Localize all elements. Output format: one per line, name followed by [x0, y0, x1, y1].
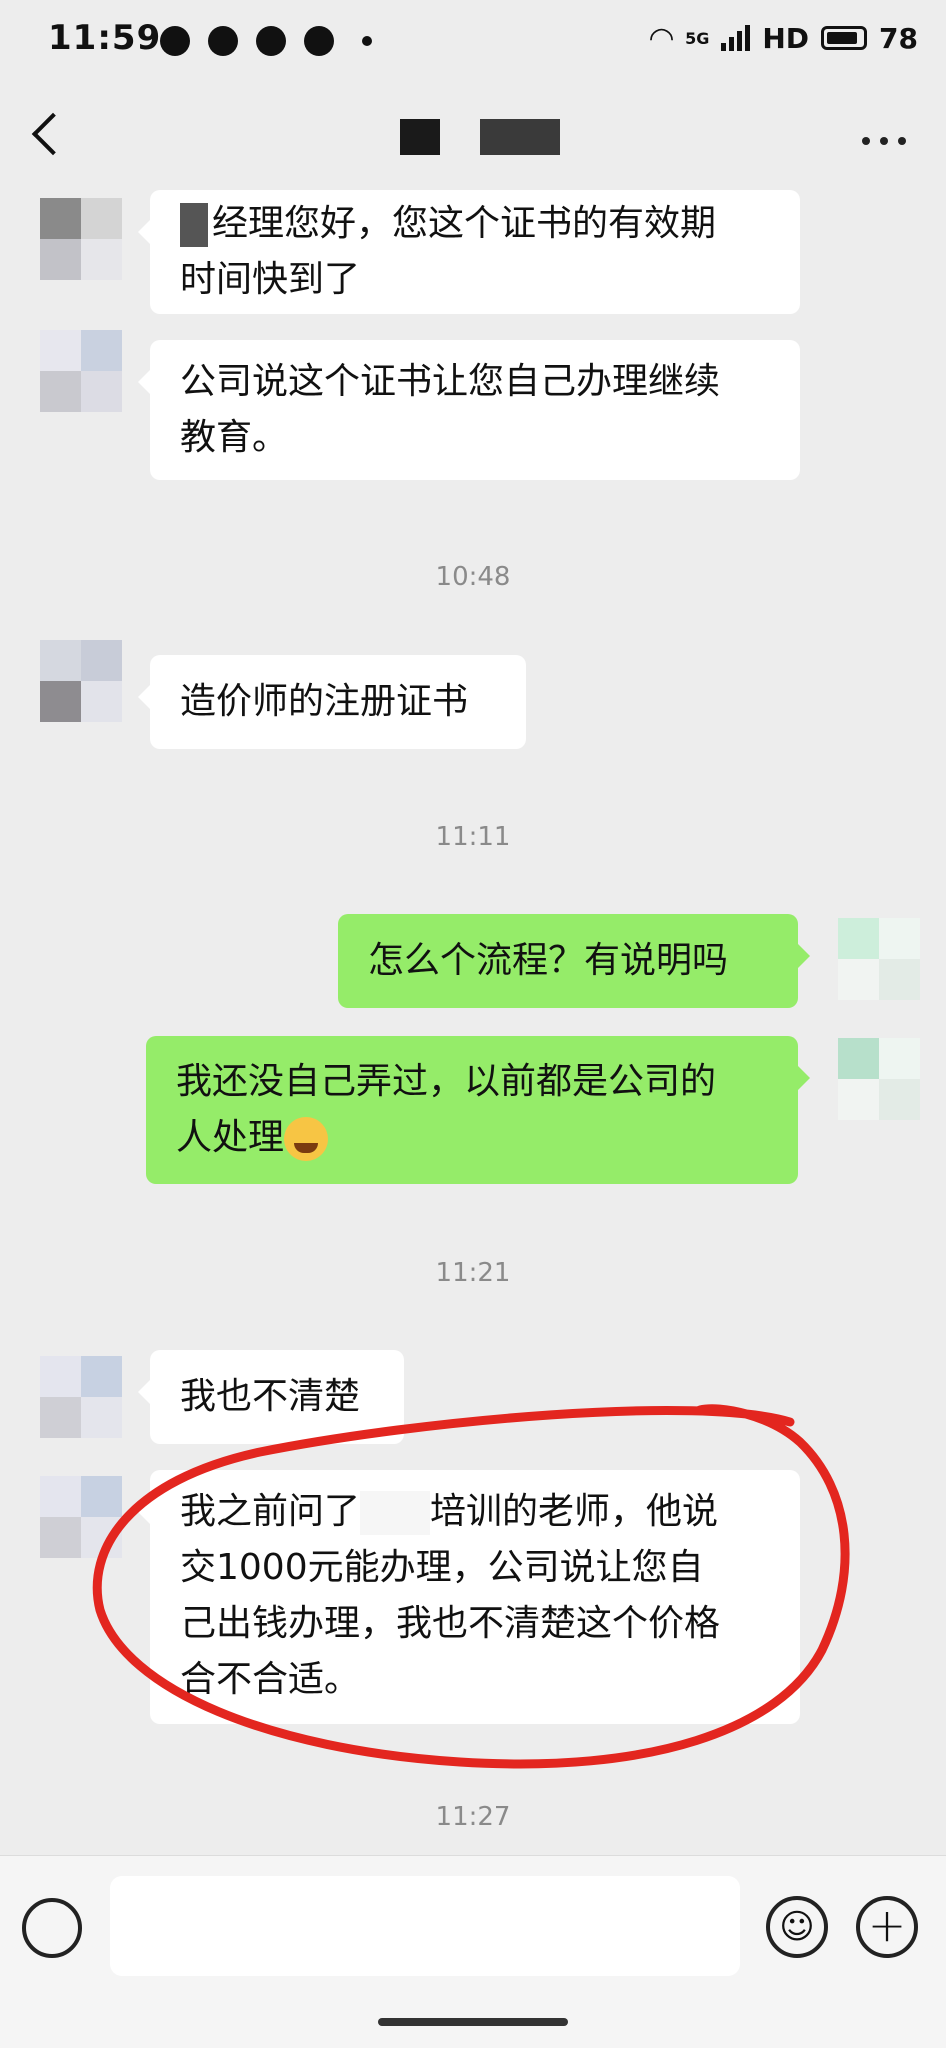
- message-bubble-incoming[interactable]: 公司说这个证书让您自己办理继续 教育。: [138, 340, 800, 480]
- battery-level: 78: [879, 21, 918, 55]
- redacted-name-block: [180, 203, 208, 247]
- message-text: 我之前问了: [180, 1491, 361, 1532]
- voice-icon[interactable]: [22, 1898, 82, 1958]
- contact-name-redacted: [480, 119, 560, 155]
- battery-icon: [821, 26, 868, 50]
- chevron-left-icon[interactable]: [31, 112, 75, 156]
- app-notification-icon: [208, 26, 238, 56]
- timestamp: 11:11: [435, 822, 511, 852]
- signal-icon: [721, 25, 751, 51]
- message-text: 时间快到了: [180, 259, 361, 300]
- timestamp: 10:48: [435, 562, 511, 592]
- input-bar: ☺ +: [0, 1855, 946, 2048]
- plus-icon[interactable]: +: [856, 1896, 918, 1958]
- message-bubble-incoming[interactable]: 我之前问了 培训的老师，他说 交1000元能办理，公司说让您自 己出钱办理，我也不…: [138, 1470, 800, 1724]
- hd-label: HD: [762, 21, 810, 55]
- avatar[interactable]: [40, 1356, 122, 1438]
- message-input[interactable]: [110, 1876, 740, 1976]
- message-text: 我也不清楚: [180, 1376, 361, 1417]
- message-text: 公司说这个证书让您自己办理继续: [180, 361, 721, 402]
- chat-header: [0, 95, 946, 185]
- message-text: 教育。: [180, 417, 289, 458]
- message-text: 怎么个流程？有说明吗: [368, 940, 729, 981]
- avatar[interactable]: [838, 918, 920, 1000]
- network-label: 5G: [685, 28, 710, 48]
- message-text: 造价师的注册证书: [180, 681, 469, 722]
- message-bubble-outgoing[interactable]: 怎么个流程？有说明吗: [338, 914, 810, 1008]
- timestamp: 11:21: [435, 1258, 511, 1288]
- message-bubble-incoming[interactable]: 我也不清楚: [138, 1350, 404, 1444]
- message-bubble-incoming[interactable]: 造价师的注册证书: [138, 655, 526, 749]
- status-time: 11:59: [48, 18, 162, 58]
- status-bar: 11:59 ◠ 5G HD 78: [0, 0, 946, 90]
- message-list[interactable]: 经理您好，您这个证书的有效期 时间快到了 公司说这个证书让您自己办理继续 教育。…: [0, 190, 946, 1850]
- avatar[interactable]: [40, 640, 122, 722]
- avatar[interactable]: [40, 1476, 122, 1558]
- message-text: 我还没自己弄过，以前都是公司的: [176, 1061, 717, 1102]
- message-text: 己出钱办理，我也不清楚这个价格: [180, 1603, 721, 1644]
- message-text: 合不合适。: [180, 1659, 361, 1700]
- message-text: 培训的老师，他说: [430, 1491, 719, 1532]
- message-bubble-outgoing[interactable]: 我还没自己弄过，以前都是公司的 人处理: [146, 1036, 810, 1184]
- redacted-text-block: [360, 1491, 431, 1535]
- message-text: 经理您好，您这个证书的有效期: [212, 203, 717, 244]
- avatar[interactable]: [40, 330, 122, 412]
- crying-laughing-emoji-icon: [284, 1117, 329, 1161]
- contact-name-redacted: [400, 119, 440, 155]
- avatar[interactable]: [838, 1038, 920, 1120]
- more-dots-icon[interactable]: [862, 137, 906, 145]
- wifi-icon: ◠: [650, 20, 674, 56]
- message-text: 交1000元能办理，公司说让您自: [180, 1547, 704, 1588]
- home-indicator: [378, 2018, 568, 2026]
- avatar[interactable]: [40, 198, 122, 280]
- more-notifications-dot: [362, 36, 372, 46]
- message-bubble-incoming[interactable]: 经理您好，您这个证书的有效期 时间快到了: [138, 190, 800, 314]
- emoji-smile-icon[interactable]: ☺: [766, 1896, 828, 1958]
- app-notification-icon: [304, 26, 334, 56]
- message-text: 人处理: [176, 1117, 285, 1158]
- chat-notification-icon: [160, 26, 190, 56]
- timestamp: 11:27: [435, 1802, 511, 1832]
- app-notification-icon: [256, 26, 286, 56]
